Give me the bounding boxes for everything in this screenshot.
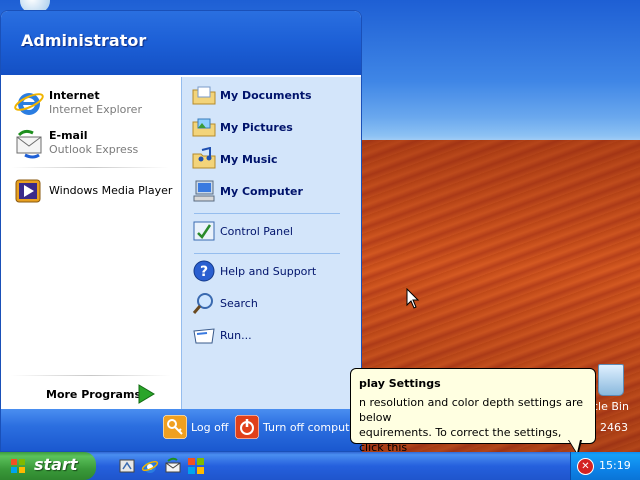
help-and-support-item[interactable]: ? Help and Support	[190, 257, 358, 285]
start-label: start	[34, 455, 78, 474]
recent-windows-media-player[interactable]: Windows Media Player	[9, 173, 179, 209]
svg-text:?: ?	[200, 264, 208, 280]
control-panel-item[interactable]: Control Panel	[190, 217, 358, 245]
system-tray: ✕ 15:19	[570, 452, 640, 480]
turn-off-computer-label: Turn off computer	[263, 421, 361, 434]
taskbar: start ✕ 15:19	[0, 452, 640, 480]
my-documents-item[interactable]: My Documents	[190, 81, 358, 109]
more-programs-button[interactable]: More Programs	[1, 381, 181, 409]
places-separator-1	[194, 213, 340, 214]
pinned-internet[interactable]: Internet Internet Explorer	[9, 85, 179, 121]
internet-explorer-quicklaunch-icon[interactable]	[141, 457, 159, 475]
mouse-pointer-icon	[406, 288, 420, 309]
my-pictures-icon	[192, 118, 216, 137]
key-icon	[163, 415, 187, 439]
balloon-body: n resolution and color depth settings ar…	[359, 395, 589, 455]
notification-balloon[interactable]: play Settings n resolution and color dep…	[350, 368, 596, 454]
search-icon	[192, 293, 213, 314]
run-label: Run...	[220, 329, 252, 342]
balloon-line-1: n resolution and color depth settings ar…	[359, 396, 584, 424]
pinned-email-title: E-mail	[49, 129, 88, 142]
turn-off-computer-button[interactable]: Turn off computer	[235, 415, 361, 443]
start-menu-footer: Log off Turn off computer	[1, 409, 361, 451]
pinned-internet-subtitle: Internet Explorer	[49, 103, 142, 116]
search-item[interactable]: Search	[190, 289, 358, 317]
internet-explorer-icon	[14, 93, 44, 115]
my-music-item[interactable]: My Music	[190, 145, 358, 173]
power-icon	[235, 415, 259, 439]
places-separator-2	[194, 253, 340, 254]
my-computer-label: My Computer	[220, 185, 303, 198]
run-item[interactable]: Run...	[190, 321, 358, 349]
more-programs-label: More Programs	[46, 388, 141, 401]
recycle-bin-label: cle Bin	[592, 400, 629, 413]
user-name: Administrator	[21, 31, 147, 50]
pinned-internet-title: Internet	[49, 89, 100, 102]
outlook-express-quicklaunch-icon[interactable]	[164, 457, 182, 475]
balloon-title: play Settings	[359, 377, 441, 390]
my-computer-item[interactable]: My Computer	[190, 177, 358, 205]
search-label: Search	[220, 297, 258, 310]
my-pictures-label: My Pictures	[220, 121, 293, 134]
start-button[interactable]: start	[0, 452, 96, 480]
windows-logo-icon	[11, 459, 25, 473]
control-panel-label: Control Panel	[220, 225, 293, 238]
start-menu: Administrator Internet Internet Explorer…	[0, 10, 362, 452]
green-arrow-icon	[138, 384, 155, 404]
log-off-button[interactable]: Log off	[163, 415, 233, 443]
start-menu-header: Administrator	[1, 11, 361, 75]
clock[interactable]: 15:19	[599, 459, 631, 472]
log-off-label: Log off	[191, 421, 229, 434]
pinned-email[interactable]: E-mail Outlook Express	[9, 125, 179, 161]
my-documents-icon	[192, 86, 216, 105]
more-programs-separator	[11, 375, 171, 376]
start-menu-places-pane: My Documents My Pictures My Music My Com…	[181, 77, 361, 409]
desktop-number-text: 2463	[600, 421, 628, 434]
balloon-line-2: equirements. To correct the settings, cl…	[359, 426, 562, 454]
recycle-bin-icon	[598, 364, 624, 396]
outlook-express-icon	[16, 129, 42, 159]
windows-media-player-icon	[15, 179, 41, 203]
pinned-email-subtitle: Outlook Express	[49, 143, 139, 156]
my-documents-label: My Documents	[220, 89, 312, 102]
run-icon	[193, 328, 215, 344]
windows-media-player-quicklaunch-icon[interactable]	[187, 457, 205, 475]
error-x-icon[interactable]: ✕	[577, 458, 594, 475]
help-icon: ?	[193, 260, 215, 282]
control-panel-icon	[193, 221, 215, 241]
recent-item-label: Windows Media Player	[49, 184, 173, 197]
help-and-support-label: Help and Support	[220, 265, 317, 278]
my-music-icon	[192, 147, 216, 169]
pinned-separator	[11, 167, 169, 168]
my-computer-icon	[193, 180, 215, 202]
start-menu-programs-pane: Internet Internet Explorer E-mail Outloo…	[1, 77, 181, 409]
my-music-label: My Music	[220, 153, 278, 166]
show-desktop-icon[interactable]	[118, 457, 136, 475]
my-pictures-item[interactable]: My Pictures	[190, 113, 358, 141]
